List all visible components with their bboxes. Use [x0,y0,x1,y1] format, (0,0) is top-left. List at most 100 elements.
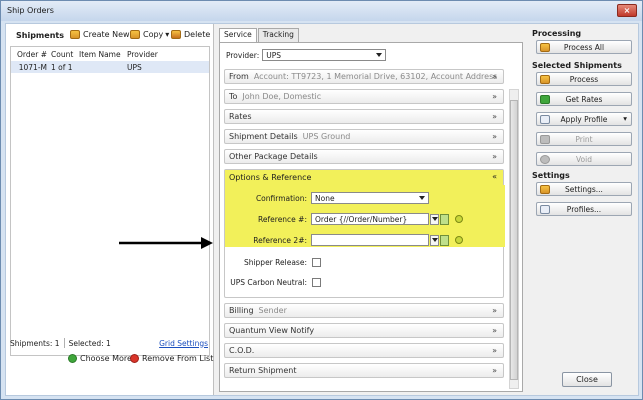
process-label: Process [569,74,599,84]
grid-settings-link[interactable]: Grid Settings [159,339,208,348]
section-title: C.O.D. [229,346,255,355]
profiles-button[interactable]: Profiles... [536,202,632,216]
shipments-header: Shipments Create New Copy ▾ Delete [6,24,214,44]
col-provider[interactable]: Provider [127,50,187,59]
copy-dropdown-icon[interactable]: ▾ [165,30,169,39]
close-button[interactable]: Close [562,372,612,387]
section-summary: John Doe, Domestic [242,92,322,101]
reference-1-dropdown[interactable] [430,213,439,225]
cell-order: 1071-M [18,62,47,72]
minus-icon [130,354,139,363]
section-other-package-details[interactable]: Other Package Details » [224,149,504,164]
remove-from-list-button[interactable]: Remove From List [130,354,213,363]
process-all-label: Process All [563,42,605,52]
void-button[interactable]: Void [536,152,632,166]
reference-2-dropdown[interactable] [430,234,439,246]
grid-header: Order # Count Item Name Provider [11,47,209,61]
void-icon [540,155,550,164]
provider-row: Provider: UPS [226,49,387,61]
section-rates[interactable]: Rates » [224,109,504,124]
copy-button[interactable]: Copy ▾ [130,30,169,39]
section-title: Options & Reference [229,173,312,182]
section-billing[interactable]: Billing Sender » [224,303,504,318]
scrollbar-thumb[interactable] [510,100,518,380]
window-close-button[interactable]: × [617,4,637,17]
copy-icon [130,30,140,39]
section-title: Billing [229,306,254,315]
settings-button[interactable]: Settings... [536,182,632,196]
cell-count: 1 of 1 [51,62,73,72]
reference-2-input[interactable] [311,234,429,246]
carbon-neutral-checkbox[interactable] [312,278,321,287]
reference-2-row: Reference 2#: [225,234,463,246]
shipments-grid: Order # Count Item Name Provider 1071-M … [10,46,210,356]
box-icon [540,75,550,84]
col-item-name[interactable]: Item Name [79,50,127,59]
service-tab-panel: Provider: UPS From Account: TT9723, 1 Me… [219,42,523,392]
section-cod[interactable]: C.O.D. » [224,343,504,358]
apply-profile-button[interactable]: Apply Profile ▾ [536,112,632,126]
section-shipment-details[interactable]: Shipment Details UPS Ground » [224,129,504,144]
title-bar: Ship Orders × [1,1,642,21]
void-label: Void [576,154,592,164]
chevron-down-icon [431,217,438,221]
options-reference-header[interactable]: Options & Reference « [225,170,503,185]
table-row[interactable]: 1071-M 1 of 1 UPS [11,61,209,73]
tab-tracking[interactable]: Tracking [257,28,299,42]
shipper-release-checkbox[interactable] [312,258,321,267]
reference-2-info-icon[interactable] [455,236,463,244]
apply-profile-dropdown-icon: ▾ [623,114,627,123]
sections-scrollbar[interactable] [509,89,519,389]
reference-1-edit-icon[interactable] [440,213,449,225]
provider-value: UPS [266,50,282,60]
settings-label: Settings... [565,184,603,194]
col-order[interactable]: Order # [11,50,51,59]
get-rates-button[interactable]: Get Rates [536,92,632,106]
expand-icon: » [492,346,497,355]
expand-icon: » [492,72,497,81]
section-title: Rates [229,112,252,121]
tab-service[interactable]: Service [219,28,257,43]
confirmation-value: None [315,193,335,203]
confirmation-label: Confirmation: [255,193,307,203]
reference-1-input[interactable]: Order {//Order/Number} [311,213,429,225]
process-button[interactable]: Process [536,72,632,86]
print-button[interactable]: Print [536,132,632,146]
section-to[interactable]: To John Doe, Domestic » [224,89,504,104]
carbon-neutral-label: UPS Carbon Neutral: [230,278,307,287]
delete-icon [171,30,181,39]
delete-button[interactable]: Delete [171,30,210,39]
gear-icon [540,185,550,194]
chevron-down-icon [419,196,425,200]
confirmation-row: Confirmation: None [225,192,429,204]
shipment-editor: Service Tracking Provider: UPS From Acco… [215,24,528,395]
remove-from-list-label: Remove From List [142,354,214,363]
section-options-reference: Options & Reference « Confirmation: None [224,169,505,298]
section-title: Quantum View Notify [229,326,315,335]
process-all-button[interactable]: Process All [536,40,632,54]
provider-select[interactable]: UPS [262,49,387,61]
profile-icon [540,115,550,124]
confirmation-select[interactable]: None [311,192,429,204]
section-return-shipment[interactable]: Return Shipment » [224,363,504,378]
create-new-button[interactable]: Create New [70,30,130,39]
section-quantum-view-notify[interactable]: Quantum View Notify » [224,323,504,338]
section-summary: Sender [258,306,287,315]
section-from[interactable]: From Account: TT9723, 1 Memorial Drive, … [224,69,504,84]
expand-icon: » [492,92,497,101]
section-summary: UPS Ground [302,132,351,141]
expand-icon: » [492,132,497,141]
printer-icon [540,135,550,144]
create-new-label: Create New [83,30,130,39]
plus-icon [68,354,77,363]
col-count[interactable]: Count [51,50,79,59]
choose-more-button[interactable]: Choose More [68,354,132,363]
profiles-label: Profiles... [566,204,602,214]
ship-orders-window: Ship Orders × Shipments Create New Copy … [0,0,643,400]
dollar-icon [540,95,550,104]
reference-2-edit-icon[interactable] [440,234,449,246]
reference-1-row: Reference #: Order {//Order/Number} [225,213,463,225]
selected-shipments-heading: Selected Shipments [532,61,622,70]
expand-icon: » [492,366,497,375]
reference-1-info-icon[interactable] [455,215,463,223]
